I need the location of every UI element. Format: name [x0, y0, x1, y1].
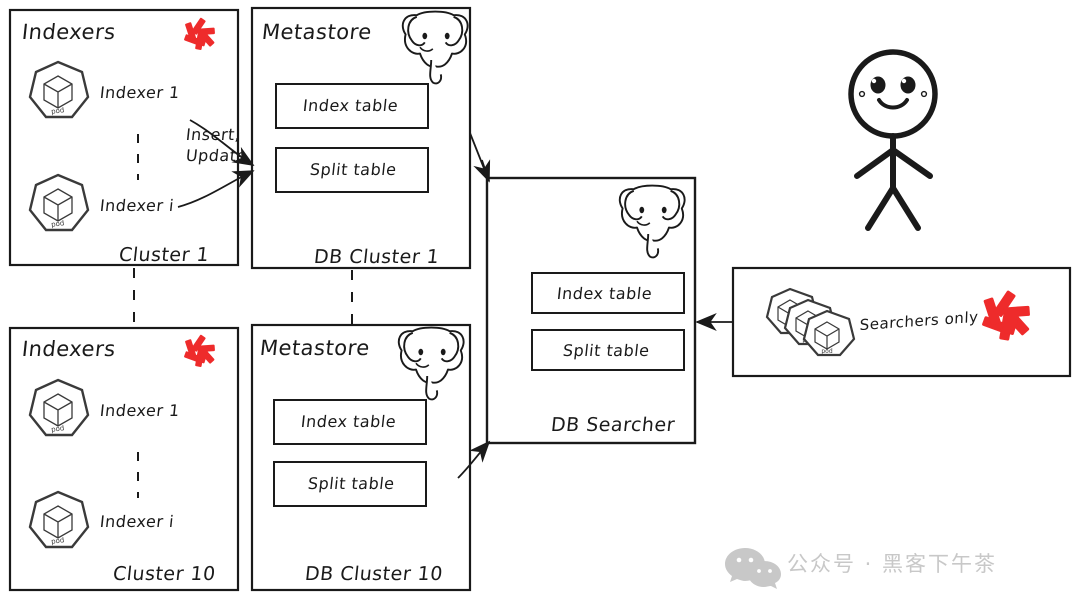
cluster-1-node-0-label: Indexer 1 — [99, 83, 181, 102]
cluster-1-heading: Indexers — [20, 20, 117, 44]
db-searcher-table-1-label: Split table — [562, 341, 651, 360]
k8s-pod-icon: pod — [28, 490, 90, 549]
update-arrow-label: Update — [185, 146, 248, 165]
svg-text:pod: pod — [821, 348, 832, 355]
db-searcher-footer: DB Searcher — [549, 414, 677, 436]
cluster-10-box[interactable] — [8, 326, 240, 592]
cluster-10-footer: Cluster 10 — [111, 563, 217, 585]
diagram-canvas: pod pod pod pod pod Indexers Indexer 1 I… — [0, 0, 1080, 602]
metastore-1-table-0-label: Index table — [302, 96, 400, 115]
cluster-1-node-1-label: Indexer i — [99, 196, 176, 215]
metastore-1-footer: DB Cluster 1 — [312, 246, 441, 268]
watermark-text: 公众号 · 黑客下午茶 — [787, 552, 998, 576]
smiling-stick-figure — [848, 49, 938, 231]
cluster-1-footer: Cluster 1 — [117, 244, 211, 266]
watermark: 公众号 · 黑客下午茶 — [787, 548, 997, 578]
k8s-pod-icon: pod — [28, 378, 90, 437]
cluster-10-node-1-label: Indexer i — [99, 512, 176, 531]
k8s-pod-icon: pod — [28, 173, 90, 232]
cluster-10-node-0-label: Indexer 1 — [99, 401, 181, 420]
metastore-10-footer: DB Cluster 10 — [303, 563, 445, 585]
wechat-icon — [725, 548, 781, 589]
k8s-pod-icon: pod — [802, 309, 856, 357]
db-searcher-table-0-label: Index table — [556, 284, 654, 303]
metastore-10-table-1-label: Split table — [307, 474, 396, 493]
cluster-10-heading: Indexers — [20, 337, 117, 361]
metastore-10-heading: Metastore — [258, 336, 372, 360]
metastore-1-table-1-label: Split table — [309, 160, 398, 179]
insert-arrow-label: Insert, — [185, 125, 242, 144]
metastore-1-to-searcher-arrow-b — [481, 159, 490, 182]
k8s-pod-icon: pod — [28, 60, 90, 119]
metastore-10-table-0-label: Index table — [300, 412, 398, 431]
metastore-1-heading: Metastore — [260, 20, 374, 44]
